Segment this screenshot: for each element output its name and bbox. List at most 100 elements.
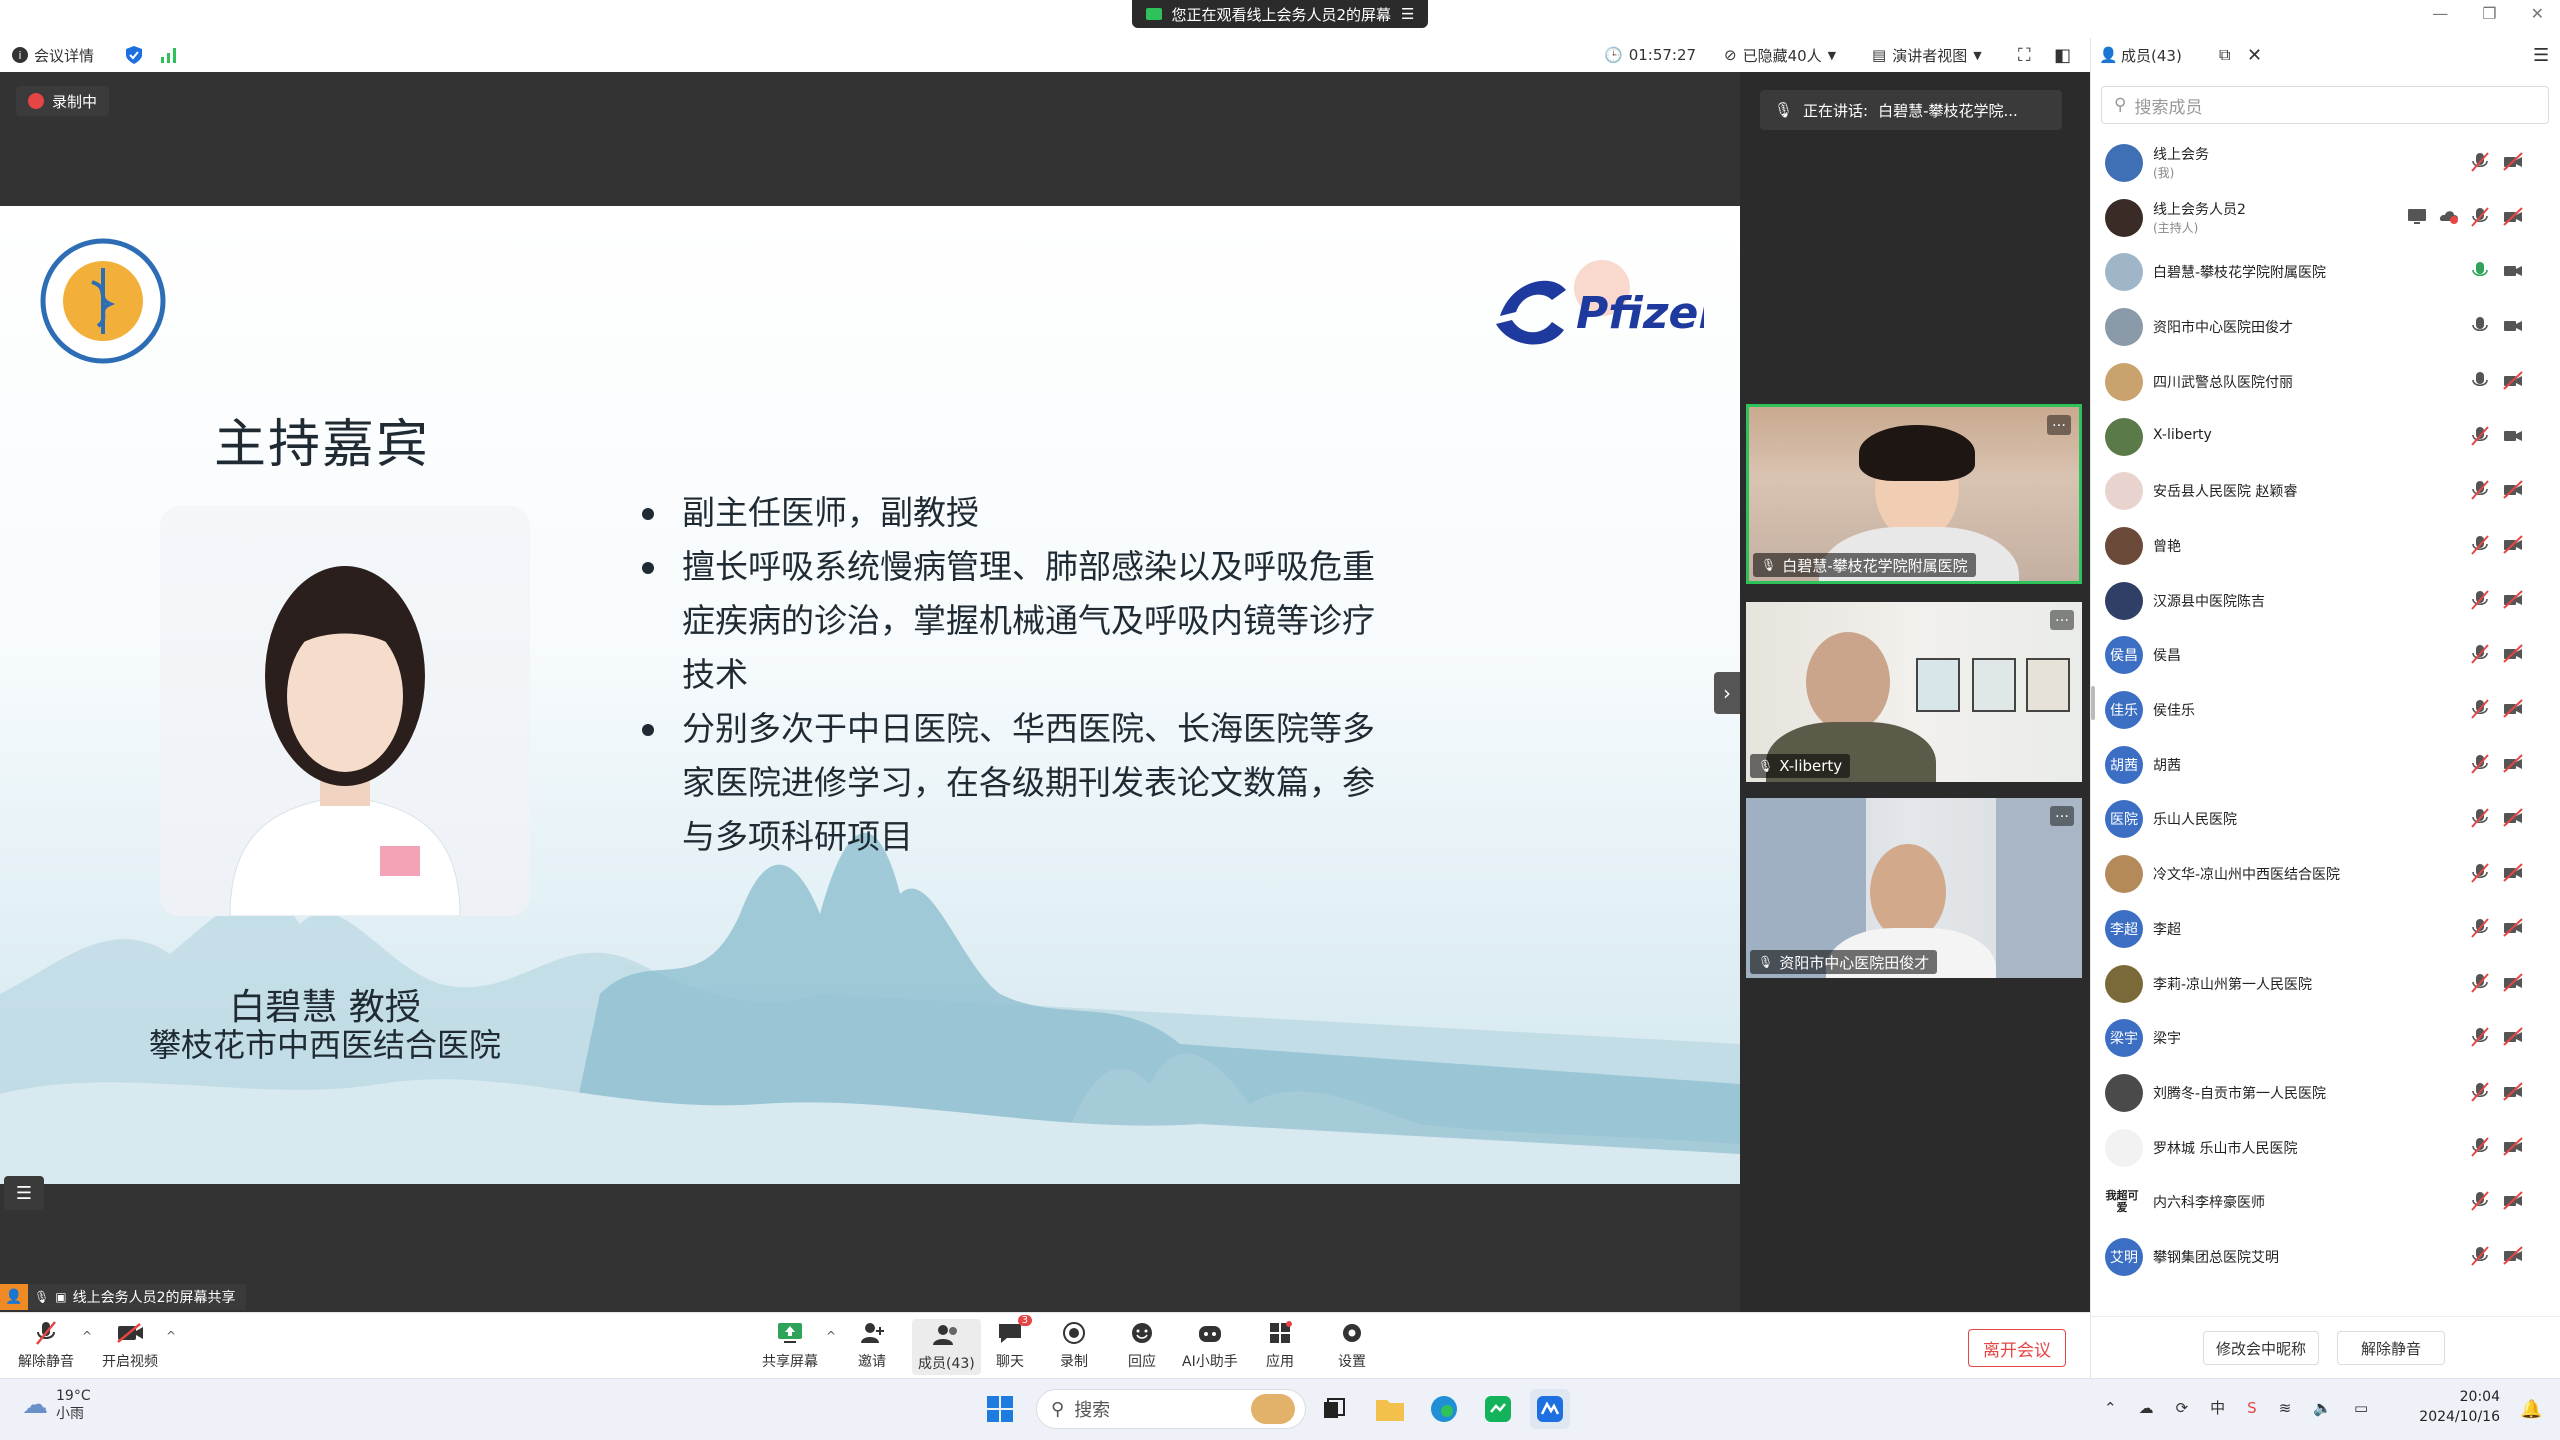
task-view-icon[interactable] — [1314, 1389, 1354, 1429]
recording-badge[interactable]: 录制中 — [16, 86, 110, 116]
mic-off-icon[interactable] — [2471, 1082, 2489, 1102]
restore-icon[interactable]: ❐ — [2482, 4, 2496, 23]
sync-icon[interactable]: ⟳ — [2176, 1399, 2189, 1417]
members-button[interactable]: 成员(43) — [912, 1319, 981, 1375]
mic-off-icon[interactable] — [2471, 152, 2489, 172]
more-icon[interactable]: … — [2050, 806, 2074, 826]
panel-menu-icon[interactable]: ☰ — [2533, 45, 2549, 66]
camera-off-icon[interactable] — [2503, 480, 2523, 500]
wechat-work-icon[interactable] — [1478, 1389, 1518, 1429]
tencent-meeting-icon[interactable] — [1530, 1389, 1570, 1429]
shield-icon[interactable] — [126, 46, 142, 64]
mic-off-icon[interactable] — [2471, 1136, 2489, 1157]
unmute-button[interactable]: 解除静音 ^ — [18, 1319, 92, 1371]
leave-meeting-button[interactable]: 离开会议 — [1968, 1329, 2066, 1367]
member-row[interactable]: 汉源县中医院陈吉 — [2091, 572, 2560, 626]
cloud-icon[interactable]: ☁ — [2139, 1399, 2154, 1417]
reactions-button[interactable]: 回应 — [1126, 1319, 1158, 1371]
member-row[interactable]: 医院 乐山人民医院 — [2091, 790, 2560, 844]
unmute-all-button[interactable]: 解除静音 — [2337, 1331, 2445, 1365]
caret-up-icon[interactable]: ^ — [826, 1329, 836, 1343]
more-icon[interactable]: … — [2047, 415, 2071, 435]
file-explorer-icon[interactable] — [1370, 1389, 1410, 1429]
rename-button[interactable]: 修改会中昵称 — [2203, 1331, 2319, 1365]
camera-off-icon[interactable] — [2503, 152, 2523, 172]
mic-off-icon[interactable] — [2471, 644, 2489, 664]
camera-off-icon[interactable] — [2503, 535, 2523, 555]
sidebar-toggle-icon[interactable]: ◧ — [2054, 45, 2071, 66]
mic-off-icon[interactable] — [2471, 589, 2489, 610]
member-row[interactable]: 线上会务 (我) — [2091, 134, 2560, 188]
weather-widget[interactable]: ☁ 19°C 小雨 — [22, 1387, 91, 1423]
camera-off-icon[interactable] — [2503, 371, 2523, 391]
start-menu-icon[interactable] — [980, 1389, 1020, 1429]
member-row[interactable]: X-liberty — [2091, 408, 2560, 462]
video-tile[interactable]: … 🎙 资阳市中心医院田俊才 — [1746, 798, 2082, 978]
camera-off-icon[interactable] — [2503, 1027, 2523, 1047]
member-row[interactable]: 曾艳 — [2091, 517, 2560, 571]
mic-icon[interactable] — [2471, 261, 2489, 281]
member-row[interactable]: 四川武警总队医院付丽 — [2091, 353, 2560, 407]
mic-off-icon[interactable] — [2471, 1246, 2489, 1266]
member-row[interactable]: 白碧慧-攀枝花学院附属医院 — [2091, 243, 2560, 297]
member-row[interactable]: 罗林城 乐山市人民医院 — [2091, 1119, 2560, 1173]
record-button[interactable]: 录制 — [1058, 1319, 1090, 1371]
caret-up-icon[interactable]: ^ — [166, 1329, 176, 1343]
notification-bell-icon[interactable]: 🔔 — [2520, 1399, 2542, 1420]
mic-off-icon[interactable] — [2471, 207, 2489, 227]
camera-off-icon[interactable] — [2503, 644, 2523, 664]
camera-off-icon[interactable] — [2503, 918, 2523, 938]
close-window-icon[interactable]: ✕ — [2531, 4, 2544, 23]
camera-off-icon[interactable] — [2503, 972, 2523, 993]
camera-icon[interactable] — [2503, 316, 2523, 336]
member-row[interactable]: 线上会务人员2 (主持人) — [2091, 189, 2560, 243]
wifi-icon[interactable]: ≋ — [2279, 1399, 2292, 1417]
camera-icon[interactable] — [2503, 426, 2523, 446]
camera-off-icon[interactable] — [2503, 753, 2523, 774]
mic-off-icon[interactable] — [2471, 754, 2489, 774]
member-row[interactable]: 李莉-凉山州第一人民医院 — [2091, 955, 2560, 1009]
caret-up-icon[interactable]: ^ — [82, 1329, 92, 1343]
mic-icon[interactable] — [2471, 316, 2489, 336]
mic-off-icon[interactable] — [2471, 918, 2489, 938]
chevron-up-icon[interactable]: ⌃ — [2104, 1399, 2117, 1417]
language-icon[interactable]: 中 — [2210, 1397, 2225, 1418]
member-search-input[interactable]: ⚲ 搜索成员 — [2101, 86, 2549, 124]
member-row[interactable]: 安岳县人民医院 赵颖睿 — [2091, 462, 2560, 516]
mic-off-icon[interactable] — [2471, 808, 2489, 829]
member-row[interactable]: 侯昌 侯昌 — [2091, 626, 2560, 680]
hidden-members-button[interactable]: ⊘ 已隐藏40人 ▼ — [1724, 45, 1836, 66]
meeting-info-button[interactable]: i 会议详情 — [12, 45, 94, 66]
settings-button[interactable]: 设置 — [1336, 1319, 1368, 1371]
signal-icon[interactable] — [160, 47, 178, 63]
camera-off-icon[interactable] — [2503, 1136, 2523, 1157]
camera-icon[interactable] — [2503, 261, 2523, 281]
mic-off-icon[interactable] — [2471, 1191, 2489, 1211]
camera-off-icon[interactable] — [2503, 699, 2523, 719]
mic-icon[interactable] — [2471, 371, 2489, 391]
mic-off-icon[interactable] — [2471, 1027, 2489, 1047]
mic-off-icon[interactable] — [2471, 972, 2489, 993]
member-row[interactable]: 我超可爱 内六科李梓豪医师 — [2091, 1173, 2560, 1227]
apps-button[interactable]: 应用 — [1264, 1319, 1296, 1371]
battery-icon[interactable]: ▭ — [2354, 1399, 2368, 1417]
member-row[interactable]: 梁宇 梁宇 — [2091, 1009, 2560, 1063]
member-row[interactable]: 刘腾冬-自贡市第一人民医院 — [2091, 1064, 2560, 1118]
menu-icon[interactable]: ☰ — [1401, 5, 1414, 23]
camera-off-icon[interactable] — [2503, 1246, 2523, 1266]
start-video-button[interactable]: 开启视频 ^ — [102, 1319, 176, 1371]
app-tray-icon[interactable]: S — [2247, 1399, 2257, 1417]
camera-off-icon[interactable] — [2503, 808, 2523, 828]
member-row[interactable]: 胡茜 胡茜 — [2091, 736, 2560, 790]
next-page-button[interactable]: › — [1714, 672, 1740, 714]
mic-off-icon[interactable] — [2471, 535, 2489, 555]
member-row[interactable]: 艾明 攀钢集团总医院艾明 — [2091, 1228, 2560, 1282]
fullscreen-icon[interactable]: ⛶ — [2018, 45, 2031, 66]
ai-assistant-button[interactable]: AI小助手 — [1182, 1319, 1238, 1371]
member-row[interactable]: 冷文华-凉山州中西医结合医院 — [2091, 845, 2560, 899]
more-icon[interactable]: … — [2050, 610, 2074, 630]
member-list-scrollbar[interactable] — [2091, 686, 2095, 720]
edge-browser-icon[interactable] — [1424, 1389, 1464, 1429]
camera-off-icon[interactable] — [2503, 589, 2523, 610]
taskbar-search[interactable]: ⚲ 搜索 — [1036, 1389, 1306, 1429]
